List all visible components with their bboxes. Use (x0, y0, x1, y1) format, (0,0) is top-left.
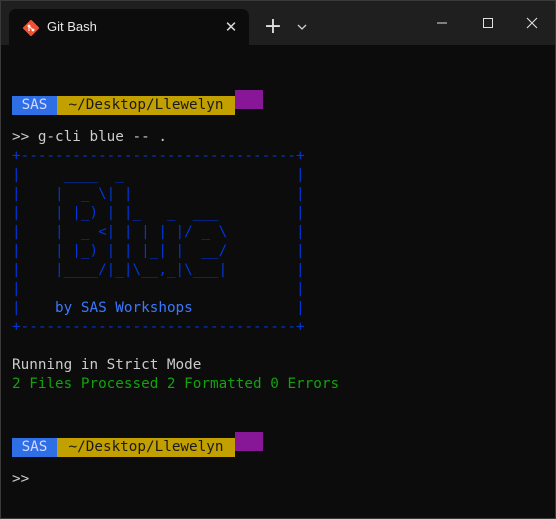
banner-line: | | |_) | |_ _ ___ | (12, 205, 305, 221)
minimize-icon[interactable] (419, 7, 465, 39)
close-tab-icon[interactable]: ✕ (219, 15, 243, 39)
banner-line: +--------------------------------+ (12, 148, 305, 164)
banner-line: | | _ \| | | (12, 186, 305, 202)
banner-line: | | |_) | | |_| | __/ | (12, 243, 305, 259)
result-line: 2 Files Processed 2 Formatted 0 Errors (12, 376, 340, 392)
maximize-icon[interactable] (465, 7, 511, 39)
tab-title: Git Bash (47, 19, 97, 34)
banner-line: | ____ _ | (12, 167, 305, 183)
banner-line: | | _ <| | | | |/ _ \ | (12, 224, 305, 240)
chevron-down-icon[interactable] (291, 17, 313, 37)
prompt-user: SAS (12, 438, 57, 457)
prompt-end-segment (235, 90, 263, 109)
prompt-line-1: SAS ~/Desktop/Llewelyn (12, 90, 263, 115)
banner-credit: by SAS Workshops (55, 300, 193, 316)
title-bar: Git Bash ✕ + (1, 1, 555, 45)
prompt-path: ~/Desktop/Llewelyn (57, 438, 235, 457)
banner-line: +--------------------------------+ (12, 319, 305, 335)
terminal-output[interactable]: SAS ~/Desktop/Llewelyn >> g-cli blue -- .… (12, 45, 555, 518)
new-tab-button[interactable]: + (259, 15, 287, 39)
terminal-window: Git Bash ✕ + SAS ~/Desktop/Llewelyn >> g-… (0, 0, 556, 519)
banner-line: | by SAS Workshops | (12, 300, 305, 316)
status-line: Running in Strict Mode (12, 357, 202, 373)
banner-line: | |____/|_|\__,_|\___| | (12, 262, 305, 278)
prompt-end-segment (235, 432, 263, 451)
git-icon (23, 20, 39, 36)
input-prompt[interactable]: >> (12, 470, 29, 489)
prompt-path: ~/Desktop/Llewelyn (57, 96, 235, 115)
tab-git-bash[interactable]: Git Bash ✕ (9, 9, 249, 45)
prompt-line-2: SAS ~/Desktop/Llewelyn (12, 432, 263, 457)
prompt-user: SAS (12, 96, 57, 115)
command-line: >> g-cli blue -- . (12, 129, 167, 145)
banner-line: | | (12, 281, 305, 297)
close-icon[interactable] (509, 7, 555, 39)
